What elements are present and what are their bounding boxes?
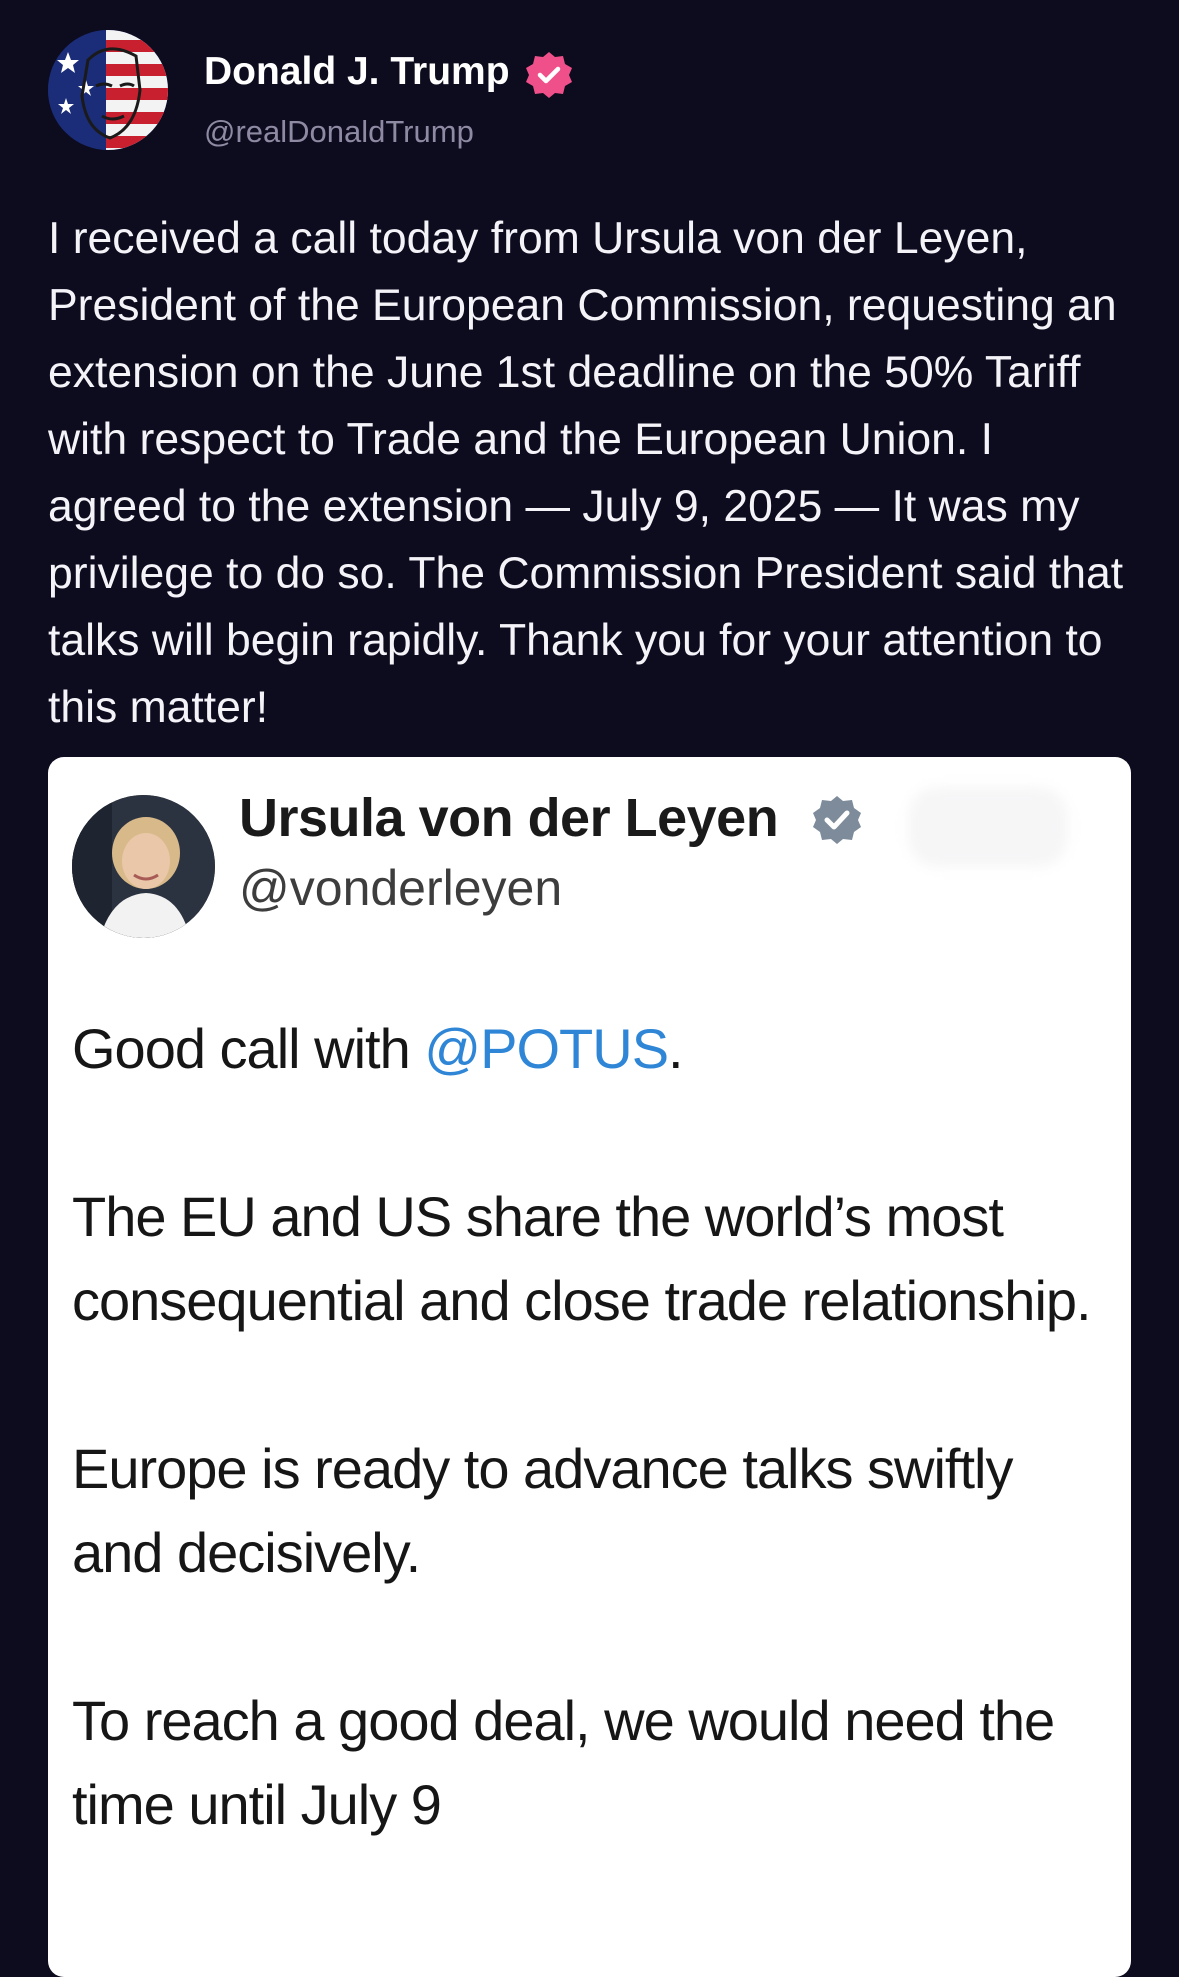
quoted-author-name[interactable]: Ursula von der Leyen bbox=[239, 787, 779, 849]
post-text: I received a call today from Ursula von … bbox=[48, 214, 1124, 732]
flag-portrait-icon bbox=[48, 30, 168, 150]
author-handle[interactable]: @realDonaldTrump bbox=[204, 114, 474, 150]
truth-social-post: Donald J. Trump @realDonaldTrump I recei… bbox=[0, 0, 1179, 1977]
blurred-region bbox=[908, 787, 1068, 867]
quote-paragraph: To reach a good deal, we would need the … bbox=[72, 1689, 1055, 1836]
portrait-icon bbox=[72, 795, 215, 938]
author-avatar[interactable] bbox=[48, 30, 168, 150]
quote-text: Good call with bbox=[72, 1017, 425, 1080]
quoted-post-card[interactable]: Ursula von der Leyen @vonderleyen Good c… bbox=[48, 757, 1131, 1977]
quote-paragraph: The EU and US share the world’s most con… bbox=[72, 1185, 1092, 1332]
watermark bbox=[420, 1880, 720, 1930]
quote-paragraph: Europe is ready to advance talks swiftly… bbox=[72, 1437, 1013, 1584]
quoted-post-body: Good call with @POTUS. The EU and US sha… bbox=[72, 1007, 1112, 1931]
verified-badge-icon bbox=[526, 52, 572, 98]
author-name[interactable]: Donald J. Trump bbox=[204, 50, 510, 94]
quoted-author-avatar[interactable] bbox=[72, 795, 215, 938]
quoted-author-handle[interactable]: @vonderleyen bbox=[239, 859, 562, 917]
quote-paragraph: Good call with @POTUS. bbox=[72, 1007, 1112, 1091]
potus-mention-link[interactable]: @POTUS bbox=[424, 1017, 669, 1080]
quote-text: . bbox=[668, 1017, 684, 1080]
verified-badge-icon bbox=[813, 796, 861, 844]
